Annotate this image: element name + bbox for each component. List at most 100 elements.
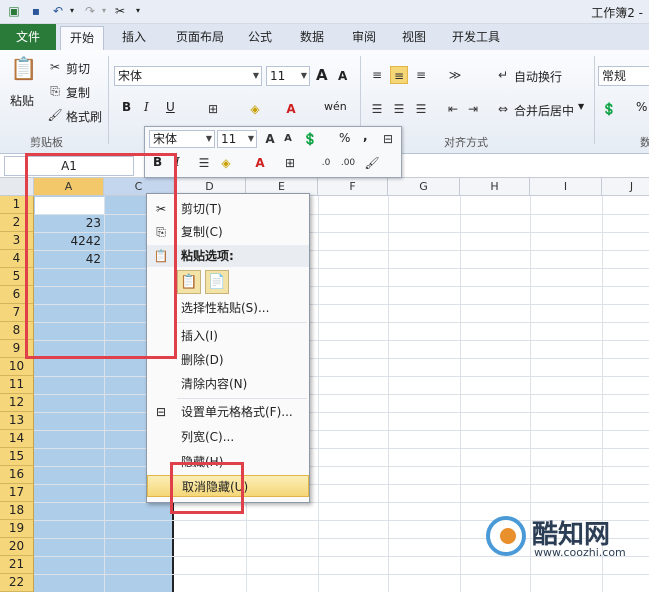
font-name-combo[interactable]: 宋体 ▼ <box>114 66 262 86</box>
row-header-22[interactable]: 22 <box>0 574 34 592</box>
format-painter-button[interactable]: 格式刷 <box>66 108 102 125</box>
annotation-box-unhide <box>170 462 244 514</box>
align-bottom-icon[interactable]: ≡ <box>412 66 430 84</box>
mini-currency-icon[interactable]: 💲 <box>301 130 319 148</box>
ribbon-separator <box>594 56 595 144</box>
mini-fill-color-icon[interactable]: ◈ <box>217 154 235 172</box>
mini-format-painter-icon[interactable]: 🖌 <box>363 154 381 172</box>
mini-decrease-decimal-icon[interactable]: .00 <box>339 154 357 172</box>
menu-item-label: 粘贴选项: <box>181 249 234 263</box>
copy-button[interactable]: 复制 <box>66 84 90 101</box>
tab-insert[interactable]: 插入 <box>122 28 146 45</box>
paste-option-keep-formatting-icon[interactable]: 📋 <box>177 270 201 294</box>
chevron-down-icon: ▼ <box>247 134 254 143</box>
menu-separator <box>177 322 307 323</box>
align-center-icon[interactable]: ☰ <box>390 100 408 118</box>
format-painter-icon[interactable]: 🖌 <box>46 106 64 124</box>
mini-comma-button[interactable]: , <box>363 129 368 143</box>
mini-percent-button[interactable]: % <box>339 131 350 145</box>
watermark: 酷知网 www.coozhi.com <box>484 508 626 568</box>
shrink-font-button[interactable]: A <box>338 69 347 83</box>
bold-button[interactable]: B <box>122 100 131 114</box>
mini-shrink-font-icon[interactable]: A <box>279 130 297 148</box>
orientation-icon[interactable]: ≫ <box>446 66 464 84</box>
undo-dropdown-icon[interactable]: ▾ <box>64 3 80 19</box>
underline-button[interactable]: U <box>166 100 175 114</box>
tab-file[interactable]: 文件 <box>0 24 56 50</box>
mini-font-size-combo[interactable]: 11 ▼ <box>217 130 257 148</box>
merge-center-button[interactable]: 合并后居中 <box>514 102 574 119</box>
menu-item-label: 删除(D) <box>181 353 224 367</box>
row-header-15[interactable]: 15 <box>0 448 34 466</box>
wrap-text-button[interactable]: 自动换行 <box>514 68 562 85</box>
grow-font-button[interactable]: A <box>316 66 328 84</box>
font-size-combo[interactable]: 11 ▼ <box>266 66 310 86</box>
redo-dropdown-icon[interactable]: ▾ <box>96 3 112 19</box>
menu-item-clear-contents[interactable]: 清除内容(N) <box>147 373 309 395</box>
mini-format-cells-icon[interactable]: ⊟ <box>379 130 397 148</box>
mini-font-name-combo[interactable]: 宋体 ▼ <box>149 130 215 148</box>
increase-indent-icon[interactable]: ⇥ <box>464 100 482 118</box>
font-color-icon[interactable]: A <box>282 100 300 118</box>
mini-grow-font-icon[interactable]: A <box>261 130 279 148</box>
save-icon[interactable]: ▪ <box>28 3 44 19</box>
row-header-21[interactable]: 21 <box>0 556 34 574</box>
column-header-f[interactable]: F <box>318 178 388 196</box>
row-header-19[interactable]: 19 <box>0 520 34 538</box>
row-header-14[interactable]: 14 <box>0 430 34 448</box>
cut-button[interactable]: 剪切 <box>66 60 90 77</box>
grid-line <box>34 484 649 485</box>
mini-align-center-icon[interactable]: ☰ <box>195 154 213 172</box>
row-header-18[interactable]: 18 <box>0 502 34 520</box>
phonetic-button[interactable]: wén <box>324 100 347 113</box>
mini-border-icon[interactable]: ⊞ <box>281 154 299 172</box>
row-header-20[interactable]: 20 <box>0 538 34 556</box>
tab-review[interactable]: 审阅 <box>352 28 376 45</box>
tab-formulas[interactable]: 公式 <box>248 28 272 45</box>
align-top-icon[interactable]: ≡ <box>368 66 386 84</box>
row-header-13[interactable]: 13 <box>0 412 34 430</box>
font-size-value: 11 <box>270 69 286 83</box>
column-header-i[interactable]: I <box>530 178 602 196</box>
row-header-12[interactable]: 12 <box>0 394 34 412</box>
row-header-10[interactable]: 10 <box>0 358 34 376</box>
row-header-16[interactable]: 16 <box>0 466 34 484</box>
decrease-indent-icon[interactable]: ⇤ <box>444 100 462 118</box>
mini-increase-decimal-icon[interactable]: .0 <box>317 154 335 172</box>
currency-icon[interactable]: 💲 <box>600 100 618 118</box>
menu-item-format-cells[interactable]: ⊟ 设置单元格格式(F)... <box>147 401 309 423</box>
cut-icon[interactable]: ✂ <box>46 58 64 76</box>
copy-icon[interactable]: ⎘ <box>46 82 64 100</box>
column-header-j[interactable]: J <box>602 178 649 196</box>
tab-view[interactable]: 视图 <box>402 28 426 45</box>
chevron-down-icon: ▼ <box>205 134 212 143</box>
chevron-down-icon[interactable]: ▼ <box>578 102 584 111</box>
grid-line <box>34 376 649 377</box>
tab-data[interactable]: 数据 <box>300 28 324 45</box>
align-middle-icon[interactable]: ≡ <box>390 66 408 84</box>
tab-page-layout[interactable]: 页面布局 <box>176 28 224 45</box>
align-right-icon[interactable]: ☰ <box>412 100 430 118</box>
column-header-h[interactable]: H <box>460 178 530 196</box>
italic-button[interactable]: I <box>144 100 149 114</box>
customize-tool-icon[interactable]: ✂ <box>112 3 128 19</box>
paste-icon[interactable]: 📋 <box>10 56 38 84</box>
column-header-g[interactable]: G <box>388 178 460 196</box>
mini-font-color-icon[interactable]: A <box>251 154 269 172</box>
qat-dropdown-icon[interactable]: ▾ <box>130 3 146 19</box>
fill-color-icon[interactable]: ◈ <box>246 100 264 118</box>
percent-button[interactable]: % <box>636 100 647 114</box>
row-header-17[interactable]: 17 <box>0 484 34 502</box>
tab-developer[interactable]: 开发工具 <box>452 28 500 45</box>
tab-home[interactable]: 开始 <box>60 26 104 50</box>
paste-button[interactable]: 粘贴 <box>10 92 34 109</box>
window-title: 工作簿2 - <box>591 6 643 20</box>
border-icon[interactable]: ⊞ <box>204 100 222 118</box>
row-header-11[interactable]: 11 <box>0 376 34 394</box>
format-cells-icon: ⊟ <box>155 405 167 419</box>
menu-item-column-width[interactable]: 列宽(C)... <box>147 426 309 448</box>
paste-option-values-icon[interactable]: 📄 <box>205 270 229 294</box>
number-group-label: 数 <box>640 136 649 149</box>
align-left-icon[interactable]: ☰ <box>368 100 386 118</box>
number-format-combo[interactable]: 常规 <box>598 66 649 86</box>
